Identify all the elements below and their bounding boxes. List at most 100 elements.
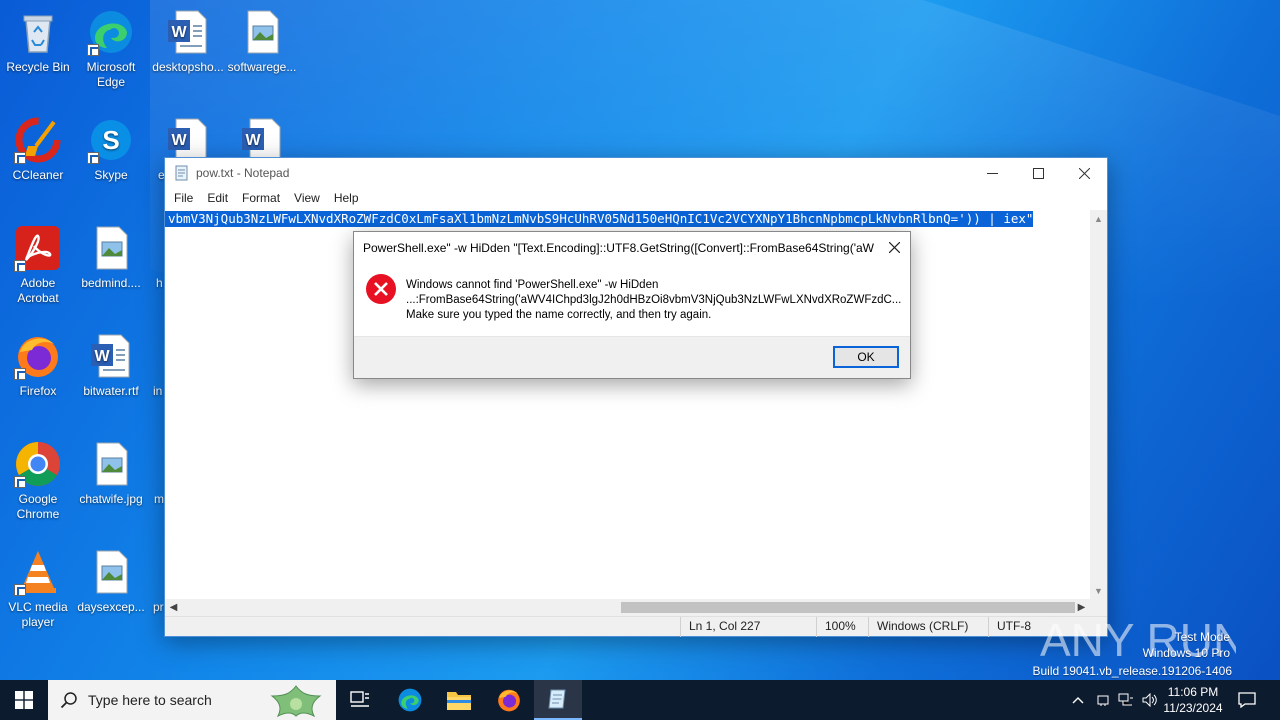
shortcut-arrow-icon xyxy=(14,584,26,596)
windows-logo-icon xyxy=(15,691,33,709)
menu-view[interactable]: View xyxy=(287,191,327,205)
desktop-icon-chatwife[interactable]: chatwife.jpg xyxy=(73,440,149,507)
tray-chevron[interactable] xyxy=(1068,680,1088,720)
error-dialog[interactable]: PowerShell.exe" -w HiDden "[Text.Encodin… xyxy=(353,231,911,379)
notepad-icon xyxy=(548,689,566,709)
desktop-icon-softwarege[interactable]: softwarege... xyxy=(224,8,300,75)
notepad-window[interactable]: pow.txt - Notepad File Edit Format View … xyxy=(164,157,1108,637)
desktop-icon-label: Firefox xyxy=(19,384,57,398)
search-icon xyxy=(60,692,77,709)
image-file-icon xyxy=(87,440,135,488)
close-button[interactable] xyxy=(1061,158,1107,188)
desktop-icon-label: Adobe Acrobat xyxy=(17,276,59,305)
scroll-up-icon[interactable]: ▲ xyxy=(1090,210,1107,227)
taskbar-file-explorer[interactable] xyxy=(435,680,483,720)
taskbar-firefox[interactable] xyxy=(485,680,533,720)
menu-file[interactable]: File xyxy=(167,191,200,205)
message-line-2: ...:FromBase64String('aWV4IChpd3lgJ2h0dH… xyxy=(406,294,902,306)
desktop-icon-microsoft-edge[interactable]: Microsoft Edge xyxy=(73,8,149,90)
desktop-icon-vlc[interactable]: VLC media player xyxy=(0,548,76,630)
notepad-titlebar[interactable]: pow.txt - Notepad xyxy=(165,158,1107,188)
selected-text[interactable]: vbmV3NjQub3NzLWFwLXNvdXRoZWFzdC0xLmFsaXl… xyxy=(165,211,1034,227)
close-icon xyxy=(888,241,900,253)
message-line-3: Make sure you typed the name correctly, … xyxy=(406,309,712,321)
desktop-icon-desktopsho[interactable]: W desktopsho... xyxy=(150,8,226,75)
taskbar: Type here to search 11:06 PM 11/23/2024 xyxy=(0,680,1280,720)
desktop-icon-google-chrome[interactable]: Google Chrome xyxy=(0,440,76,522)
network-device-icon xyxy=(1097,695,1109,706)
menu-edit[interactable]: Edit xyxy=(200,191,235,205)
desktop-icon-skype[interactable]: S Skype xyxy=(73,116,149,183)
search-placeholder: Type here to search xyxy=(88,692,212,708)
shortcut-arrow-icon xyxy=(14,476,26,488)
dialog-close-button[interactable] xyxy=(878,232,910,262)
task-view-icon xyxy=(350,691,369,707)
minimize-button[interactable] xyxy=(969,158,1015,188)
status-cursor-position: Ln 1, Col 227 xyxy=(680,617,816,637)
edge-icon xyxy=(398,688,422,712)
horizontal-scroll-thumb[interactable] xyxy=(621,602,1075,613)
search-highlight-icon xyxy=(270,685,322,718)
watermark-build: Build 19041.vb_release.191206-1406 xyxy=(1032,664,1233,678)
shortcut-arrow-icon xyxy=(87,44,99,56)
desktop-icon-bedmind[interactable]: bedmind.... xyxy=(73,224,149,291)
desktop-icon-bitwater[interactable]: W bitwater.rtf xyxy=(73,332,149,399)
taskbar-notepad[interactable] xyxy=(534,680,582,720)
shortcut-arrow-icon xyxy=(14,260,26,272)
watermark-edition: Windows 10 Pro xyxy=(1142,646,1230,660)
image-file-icon xyxy=(238,8,286,56)
menu-help[interactable]: Help xyxy=(327,191,366,205)
desktop-icon-adobe-acrobat[interactable]: Adobe Acrobat xyxy=(0,224,76,306)
scroll-down-icon[interactable]: ▼ xyxy=(1090,582,1107,599)
start-button[interactable] xyxy=(0,680,48,720)
anyrun-watermark: ANY RUN Test Mode Windows 10 Pro Build 1… xyxy=(1033,608,1237,678)
firefox-icon xyxy=(14,332,62,380)
svg-text:W: W xyxy=(94,348,110,365)
notification-center-button[interactable] xyxy=(1232,680,1262,720)
status-zoom: 100% xyxy=(816,617,868,637)
desktop-icon-label: Skype xyxy=(94,168,128,182)
shortcut-arrow-icon xyxy=(14,368,26,380)
scroll-left-icon[interactable]: ◀ xyxy=(165,599,182,616)
image-file-icon xyxy=(87,548,135,596)
maximize-button[interactable] xyxy=(1015,158,1061,188)
desktop-icon-label: bitwater.rtf xyxy=(83,384,139,398)
word-document-icon: W xyxy=(164,8,212,56)
firefox-icon xyxy=(498,689,520,712)
desktop-icon-label: CCleaner xyxy=(12,168,64,182)
minimize-icon xyxy=(986,172,998,174)
desktop-icon-label: Microsoft Edge xyxy=(86,60,136,89)
shortcut-arrow-icon xyxy=(14,152,26,164)
menu-format[interactable]: Format xyxy=(235,191,287,205)
menu-bar: File Edit Format View Help xyxy=(165,188,1107,208)
notepad-icon xyxy=(175,165,188,181)
taskbar-edge[interactable] xyxy=(386,680,434,720)
desktop-icon-label: bedmind.... xyxy=(81,276,141,290)
svg-text:W: W xyxy=(245,132,261,149)
chevron-up-icon xyxy=(1072,697,1084,704)
tray-network[interactable] xyxy=(1115,680,1137,720)
error-icon xyxy=(366,274,396,304)
taskbar-search-box[interactable]: Type here to search xyxy=(48,680,336,720)
adobe-acrobat-icon xyxy=(14,224,62,272)
desktop-icon-label: Recycle Bin xyxy=(6,60,70,74)
desktop-icon-daysexcep[interactable]: daysexcep... xyxy=(73,548,149,615)
tray-security[interactable] xyxy=(1092,680,1114,720)
watermark-test-mode: Test Mode xyxy=(1174,630,1230,644)
dialog-title: PowerShell.exe" -w HiDden "[Text.Encodin… xyxy=(363,241,874,255)
desktop-icon-label: softwarege... xyxy=(227,60,297,74)
skype-icon: S xyxy=(87,116,135,164)
dialog-footer: OK xyxy=(354,336,910,378)
svg-text:W: W xyxy=(171,132,187,149)
vertical-scrollbar[interactable]: ▲ ▼ xyxy=(1090,210,1107,599)
ok-button[interactable]: OK xyxy=(833,346,899,368)
edge-icon xyxy=(87,8,135,56)
dialog-body: Windows cannot find 'PowerShell.exe" -w … xyxy=(354,262,910,338)
task-view-button[interactable] xyxy=(336,680,384,720)
desktop-icon-firefox[interactable]: Firefox xyxy=(0,332,76,399)
desktop-icon-label: desktopsho... xyxy=(152,60,224,74)
desktop-icon-ccleaner[interactable]: CCleaner xyxy=(0,116,76,183)
desktop-icon-recycle-bin[interactable]: Recycle Bin xyxy=(0,8,76,75)
horizontal-scrollbar[interactable]: ◀ ▶ xyxy=(165,599,1090,616)
taskbar-clock[interactable]: 11:06 PM 11/23/2024 xyxy=(1158,684,1228,716)
